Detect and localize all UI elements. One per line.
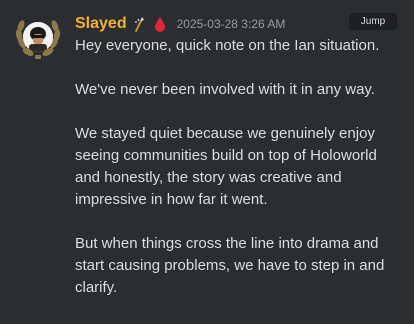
message-paragraph: Hey everyone, quick note on the Ian situ… [75,37,380,54]
author-name[interactable]: Slayed [75,13,127,35]
message-paragraph: We stayed quiet because we genuinely enj… [75,125,377,208]
lightning-wand-icon [134,17,144,32]
message-paragraph: But when things cross the line into dram… [75,235,385,296]
message-content: Hey everyone, quick note on the Ian situ… [75,35,405,299]
blood-drop-icon [154,17,165,32]
chat-message: Slayed 2025-03-28 3:26 AM Jump Hey every… [0,0,414,324]
message-header: Slayed 2025-03-28 3:26 AM [75,13,285,35]
jump-button[interactable]: Jump [349,13,397,30]
message-paragraph: We've never been involved with it in any… [75,81,375,98]
avatar[interactable] [14,13,62,61]
avatar-image [23,22,53,52]
message-timestamp: 2025-03-28 3:26 AM [176,17,286,31]
